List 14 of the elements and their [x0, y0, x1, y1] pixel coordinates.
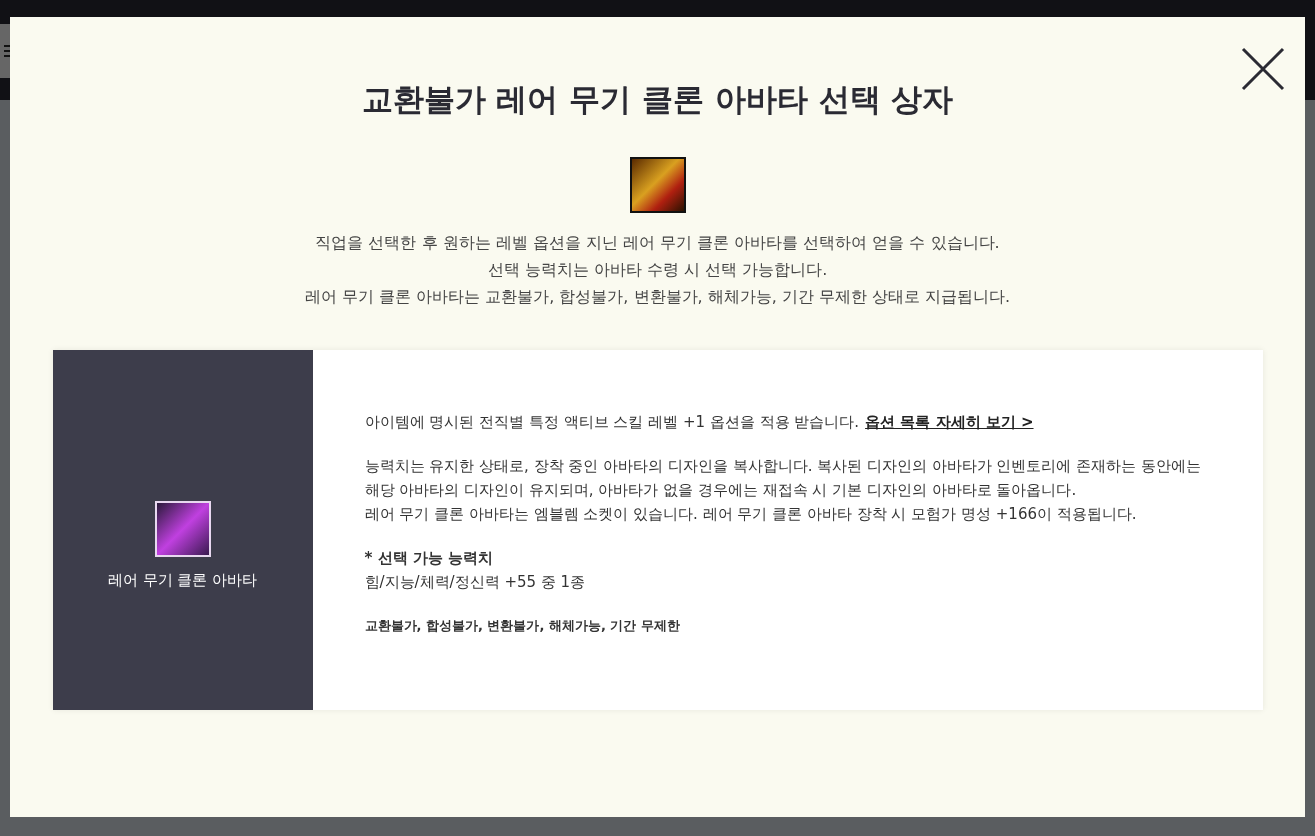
option-list-link[interactable]: 옵션 목록 자세히 보기 > — [865, 413, 1034, 431]
close-button[interactable] — [1241, 47, 1285, 91]
option-text: 아이템에 명시된 전직별 특정 액티브 스킬 레벨 +1 옵션을 적용 받습니다. 옵션 목록 자세히 보기 > — [364, 412, 1035, 433]
stats-text: 힘/지능/체력/정신력 +55 중 1종 — [364, 572, 587, 593]
close-icon — [1241, 47, 1285, 91]
item-picture — [629, 157, 686, 213]
item-name: 레어 무기 클론 아바타 — [107, 570, 258, 590]
modal-title: 교환불가 레어 무기 클론 아바타 선택 상자 — [361, 80, 954, 119]
box-description: 직업을 선택한 후 원하는 레벨 옵션을 지닌 레어 무기 클론 아바타를 선택하여 얻을 수 있습니다. 선택 능력치는 아바타 수령 시 선택 가능합니다. 레어 무기 클론 아바타는 교환불가, 합성불가, 변환불가, 해체가능, 기간 무제한 상태로 지급됩니다. — [304, 232, 1011, 308]
menu-icon[interactable] — [0, 24, 10, 78]
stats-heading: * 선택 가능 능력치 — [364, 548, 494, 569]
item-tags: 교환불가, 합성불가, 변환불가, 해체가능, 기간 무제한 — [364, 614, 1213, 638]
item-details: 능력치는 유지한 상태로, 장착 중인 아바타의 디자인을 복사합니다. 복사된 디자인의 아바타가 인벤토리에 존재하는 동안에는 해당 아바타의 디자인이 유지되며, 아바타가 없을 경우에는 재접속 시 기본 디자인의 아바타로 돌아옵니다. 레어 무기 클론 아바타는 엠블렘 소켓이 있습니다. 레어 무기 클론 아바타 장착 시 모험가 명성 +166이 적용됩니다. — [364, 456, 1203, 525]
item-picture — [154, 500, 211, 557]
